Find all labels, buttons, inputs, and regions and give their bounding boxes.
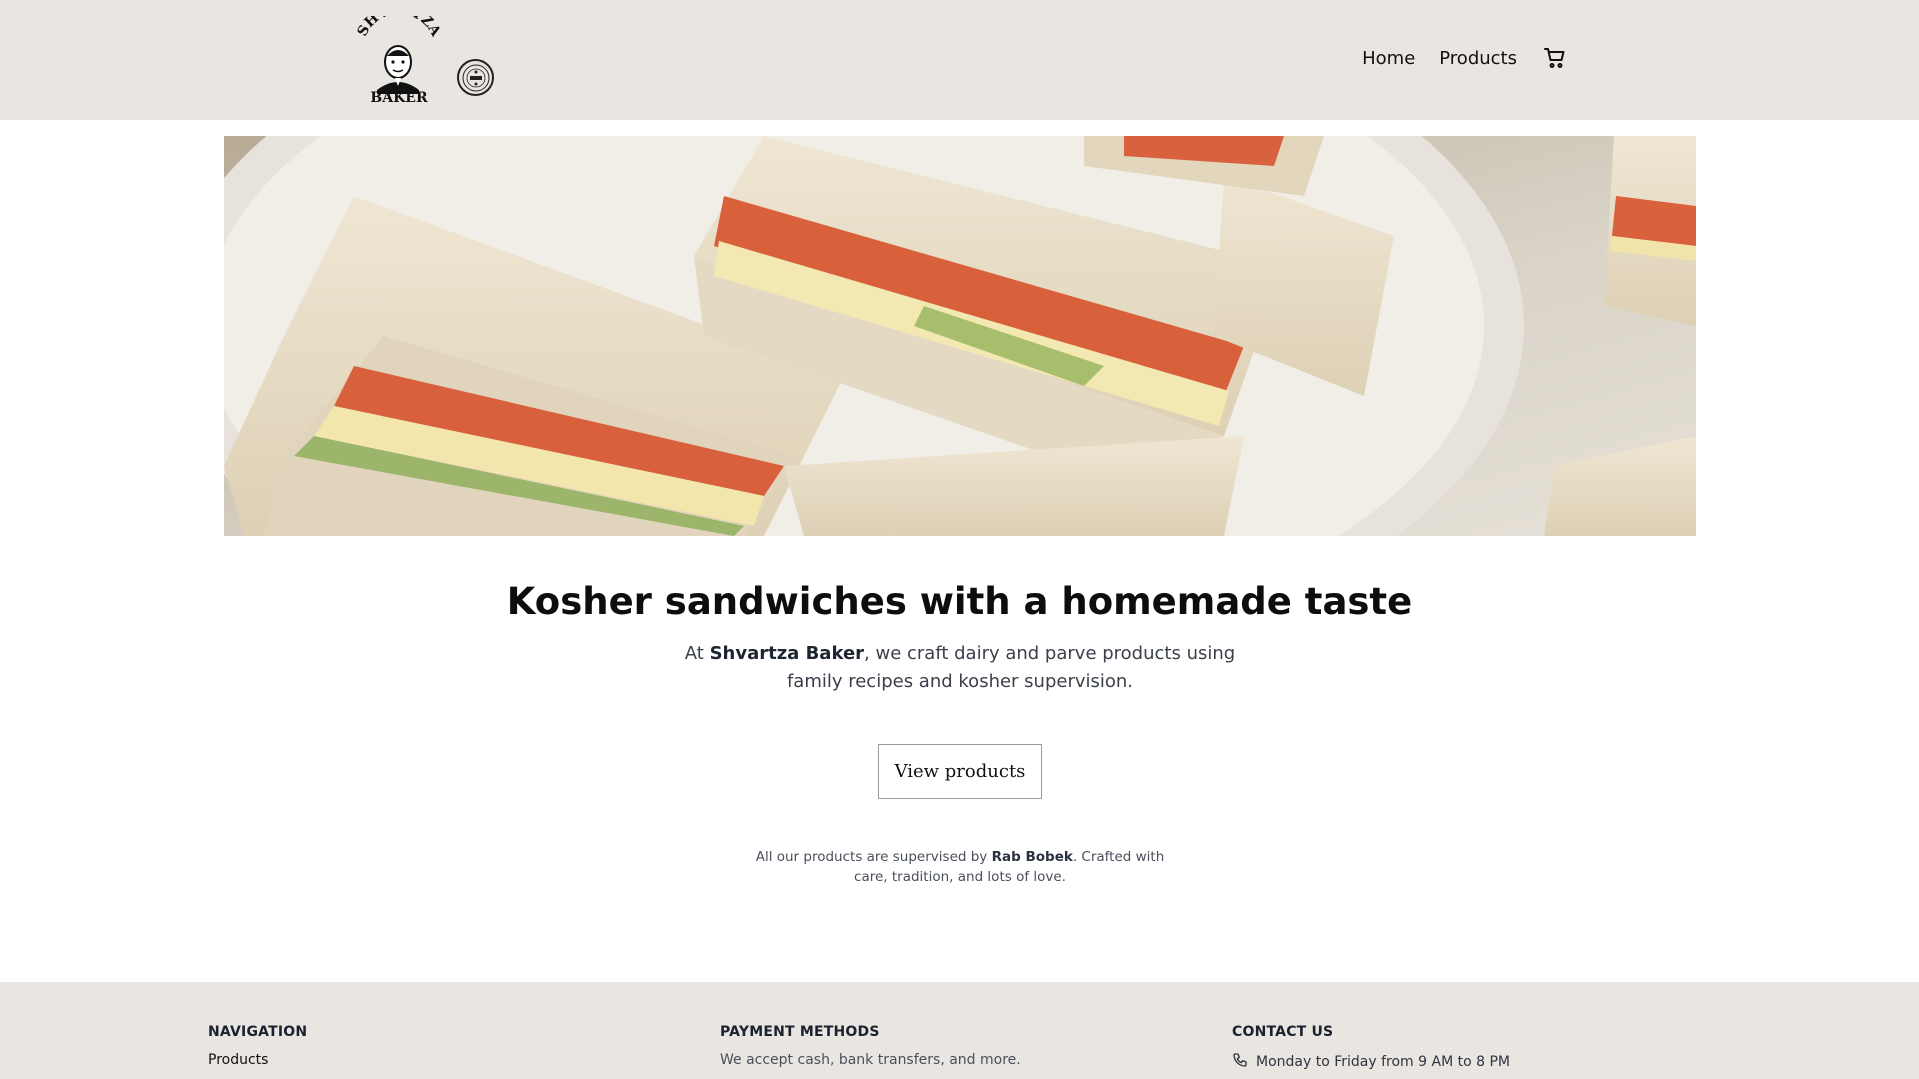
intro-brand: Shvartza Baker	[709, 643, 865, 664]
note-prefix: All our products are supervised by	[755, 849, 992, 865]
page-title: Kosher sandwiches with a homemade taste	[506, 580, 1413, 623]
main-nav: Home Products	[1362, 44, 1569, 72]
intro-text: At Shvartza Baker, we craft dairy and pa…	[680, 640, 1240, 696]
site-footer: NAVIGATION Products PAYMENT METHODS We a…	[0, 982, 1919, 1079]
footer-payment-heading: PAYMENT METHODS	[720, 1024, 880, 1040]
contact-hours-text: Monday to Friday from 9 AM to 8 PM	[1256, 1054, 1510, 1070]
contact-hours: Monday to Friday from 9 AM to 8 PM	[1232, 1052, 1510, 1072]
shvartza-baker-logo[interactable]: SHVARTZA BAKER	[354, 2, 444, 106]
view-products-button[interactable]: View products	[878, 744, 1042, 799]
nav-home[interactable]: Home	[1362, 48, 1415, 69]
intro-prefix: At	[684, 643, 710, 664]
footer-contact: CONTACT US Monday to Friday from 9 AM to…	[1232, 1024, 1510, 1072]
brand[interactable]: SHVARTZA BAKER	[354, 2, 494, 106]
kosher-seal-icon	[457, 59, 494, 96]
phone-icon	[1232, 1052, 1248, 1072]
svg-text:SHVARTZA: SHVARTZA	[357, 16, 441, 40]
footer-link-products[interactable]: Products	[208, 1052, 307, 1068]
footer-payment-text: We accept cash, bank transfers, and more…	[720, 1052, 1021, 1068]
supervision-note: All our products are supervised by Rab B…	[750, 847, 1170, 887]
footer-navigation-heading: NAVIGATION	[208, 1024, 308, 1040]
cart-icon[interactable]	[1541, 44, 1569, 72]
site-header: SHVARTZA BAKER Home	[0, 0, 1919, 120]
svg-text:BAKER: BAKER	[370, 90, 428, 102]
footer-contact-heading: CONTACT US	[1232, 1024, 1334, 1040]
footer-payment: PAYMENT METHODS We accept cash, bank tra…	[720, 1024, 1021, 1068]
nav-products[interactable]: Products	[1439, 48, 1517, 69]
note-name: Rab Bobek	[991, 849, 1073, 865]
footer-navigation: NAVIGATION Products	[208, 1024, 307, 1068]
hero-image	[224, 136, 1696, 536]
